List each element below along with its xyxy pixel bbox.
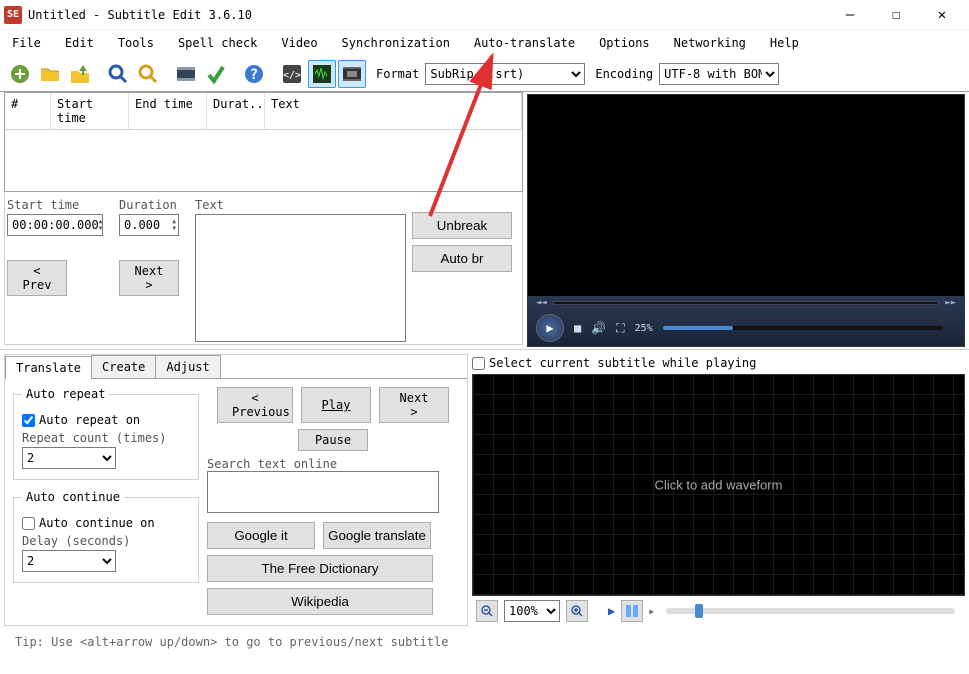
auto-continue-legend: Auto continue [22, 490, 124, 504]
volume-slider[interactable] [663, 326, 943, 330]
video-player[interactable]: ◄◄ ►► ▶ ■ 🔊 ⛶ 25% [527, 94, 965, 347]
auto-continue-group: Auto continue Auto continue on Delay (se… [13, 490, 199, 583]
auto-br-button[interactable]: Auto br [412, 245, 512, 272]
col-start[interactable]: Start time [51, 93, 129, 129]
play-button[interactable]: ▶ [536, 314, 564, 342]
duration-input[interactable]: 0.000▲▼ [119, 214, 179, 236]
google-translate-button[interactable]: Google translate [323, 522, 431, 549]
text-input[interactable] [195, 214, 406, 342]
find-button[interactable] [104, 60, 132, 88]
minimize-button[interactable]: — [827, 0, 873, 30]
previous-button[interactable]: < Previous [217, 387, 293, 423]
menu-edit[interactable]: Edit [61, 34, 98, 52]
search-input[interactable] [207, 471, 439, 513]
start-time-input[interactable]: 00:00:00.000▲▼ [7, 214, 103, 236]
tip-text: Tip: Use <alt+arrow up/down> to go to pr… [5, 629, 467, 655]
col-num[interactable]: # [5, 93, 51, 129]
source-view-button[interactable]: </> [278, 60, 306, 88]
svg-text:</>: </> [283, 70, 301, 81]
encoding-select[interactable]: UTF-8 with BOM [659, 63, 779, 85]
search-label: Search text online [207, 457, 459, 471]
auto-repeat-legend: Auto repeat [22, 387, 109, 401]
replace-button[interactable] [134, 60, 162, 88]
menu-spell-check[interactable]: Spell check [174, 34, 261, 52]
rewind-icon[interactable]: ◄◄ [536, 298, 547, 308]
forward-icon[interactable]: ►► [945, 298, 956, 308]
arrow-icon[interactable]: ▶ [649, 607, 654, 616]
encoding-label: Encoding [595, 67, 653, 81]
toolbar: ? </> Format SubRip (.srt) Encoding UTF-… [0, 56, 969, 92]
select-current-checkbox[interactable]: Select current subtitle while playing [472, 354, 965, 374]
spell-check-button[interactable] [202, 60, 230, 88]
help-button[interactable]: ? [240, 60, 268, 88]
menu-bar: File Edit Tools Spell check Video Synchr… [0, 30, 969, 56]
fullscreen-icon[interactable]: ⛶ [616, 321, 624, 336]
format-label: Format [376, 67, 419, 81]
table-body[interactable] [5, 130, 522, 191]
duration-label: Duration [119, 198, 189, 212]
auto-repeat-checkbox[interactable]: Auto repeat on [22, 413, 190, 427]
col-end[interactable]: End time [129, 93, 207, 129]
menu-file[interactable]: File [8, 34, 45, 52]
video-button[interactable] [338, 60, 366, 88]
play-button-2[interactable]: Play [301, 387, 371, 423]
col-duration[interactable]: Durat... [207, 93, 265, 129]
tab-translate[interactable]: Translate [5, 356, 92, 379]
auto-repeat-group: Auto repeat Auto repeat on Repeat count … [13, 387, 199, 480]
subtitle-table[interactable]: # Start time End time Durat... Text [4, 92, 523, 192]
prev-button[interactable]: < Prev [7, 260, 67, 296]
waveform-button[interactable] [308, 60, 336, 88]
play-waveform-icon[interactable]: ▶ [608, 604, 615, 618]
auto-continue-checkbox[interactable]: Auto continue on [22, 516, 190, 530]
next-button[interactable]: Next > [119, 260, 179, 296]
waveform-hint: Click to add waveform [655, 478, 783, 493]
col-text[interactable]: Text [265, 93, 522, 129]
tabs: Translate Create Adjust [5, 355, 467, 379]
close-button[interactable]: ✕ [919, 0, 965, 30]
google-it-button[interactable]: Google it [207, 522, 315, 549]
seek-bar[interactable] [553, 301, 939, 305]
grid-button[interactable] [621, 600, 643, 622]
menu-auto-translate[interactable]: Auto-translate [470, 34, 579, 52]
window-title: Untitled - Subtitle Edit 3.6.10 [28, 8, 827, 22]
free-dictionary-button[interactable]: The Free Dictionary [207, 555, 433, 582]
svg-text:?: ? [250, 67, 258, 83]
start-time-label: Start time [7, 198, 113, 212]
delay-label: Delay (seconds) [22, 534, 190, 548]
zoom-in-button[interactable] [566, 600, 588, 622]
menu-help[interactable]: Help [766, 34, 803, 52]
open-button[interactable] [36, 60, 64, 88]
volume-icon[interactable]: 🔊 [591, 321, 606, 335]
menu-tools[interactable]: Tools [114, 34, 158, 52]
app-icon: SE [4, 6, 22, 24]
next-button-2[interactable]: Next > [379, 387, 449, 423]
menu-video[interactable]: Video [277, 34, 321, 52]
text-label: Text [195, 198, 406, 212]
visual-sync-button[interactable] [172, 60, 200, 88]
pause-button[interactable]: Pause [298, 429, 368, 451]
unbreak-button[interactable]: Unbreak [412, 212, 512, 239]
zoom-out-button[interactable] [476, 600, 498, 622]
menu-options[interactable]: Options [595, 34, 654, 52]
save-button[interactable] [66, 60, 94, 88]
wikipedia-button[interactable]: Wikipedia [207, 588, 433, 615]
menu-networking[interactable]: Networking [670, 34, 750, 52]
new-button[interactable] [6, 60, 34, 88]
repeat-count-label: Repeat count (times) [22, 431, 190, 445]
format-select[interactable]: SubRip (.srt) [425, 63, 585, 85]
waveform-panel[interactable]: Click to add waveform [472, 374, 965, 596]
zoom-slider[interactable] [666, 608, 955, 614]
volume-percent: 25% [635, 323, 653, 334]
title-bar: SE Untitled - Subtitle Edit 3.6.10 — ☐ ✕ [0, 0, 969, 30]
maximize-button[interactable]: ☐ [873, 0, 919, 30]
zoom-select[interactable]: 100% [504, 600, 560, 622]
tab-create[interactable]: Create [91, 355, 156, 378]
menu-synchronization[interactable]: Synchronization [338, 34, 454, 52]
repeat-count-select[interactable]: 2 [22, 447, 116, 469]
delay-select[interactable]: 2 [22, 550, 116, 572]
tab-adjust[interactable]: Adjust [155, 355, 220, 378]
stop-icon[interactable]: ■ [574, 321, 581, 335]
